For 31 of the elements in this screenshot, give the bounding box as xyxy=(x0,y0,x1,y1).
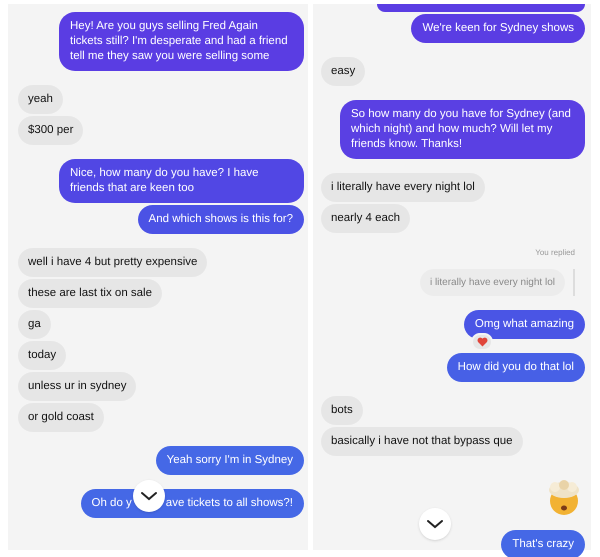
received-message: yeah xyxy=(18,85,63,114)
received-message: these are last tix on sale xyxy=(18,279,162,308)
received-message: $300 per xyxy=(18,116,84,145)
sent-message: Yeah sorry I'm in Sydney xyxy=(156,446,304,475)
chevron-down-icon xyxy=(426,519,444,529)
received-message: well i have 4 but pretty expensive xyxy=(18,248,208,277)
received-message: today xyxy=(18,341,66,370)
received-message: i literally have every night lol xyxy=(321,173,485,202)
sent-message: That's crazy xyxy=(501,530,585,557)
received-message: ga xyxy=(18,310,51,339)
received-message: bots xyxy=(321,396,363,425)
message-text: ave tickets to all shows?! xyxy=(166,496,293,511)
sent-message: Nice, how many do you have? I have friends that are keen too xyxy=(59,159,304,203)
sent-message: And which shows is this for? xyxy=(138,205,304,234)
replied-label: You replied xyxy=(535,247,575,259)
received-message: easy xyxy=(321,57,366,86)
scroll-down-button[interactable] xyxy=(132,480,165,512)
sent-message: Hey! Are you guys selling Fred Again tickets still? I'm desperate and had a friend tell me they saw you were selling some xyxy=(59,12,304,71)
received-message: nearly 4 each xyxy=(321,204,410,233)
message-text: Oh do y xyxy=(92,496,132,511)
sent-message: How did you do that lol xyxy=(446,353,585,382)
received-message: unless ur in sydney xyxy=(18,372,136,401)
heart-icon xyxy=(476,337,488,347)
sent-message: So how many do you have for Sydney (and which night) and how much? Will let my friends know. Thanks! xyxy=(340,100,585,159)
received-message: basically i have not that bypass que xyxy=(321,427,523,456)
received-message: or gold coast xyxy=(18,403,104,432)
sent-message: We're keen for Sydney shows xyxy=(411,14,585,43)
chevron-down-icon xyxy=(140,491,158,501)
scroll-down-button[interactable] xyxy=(419,508,451,540)
sent-message: Omg what amazing xyxy=(464,310,585,339)
quoted-message: i literally have every night lol xyxy=(420,269,565,296)
